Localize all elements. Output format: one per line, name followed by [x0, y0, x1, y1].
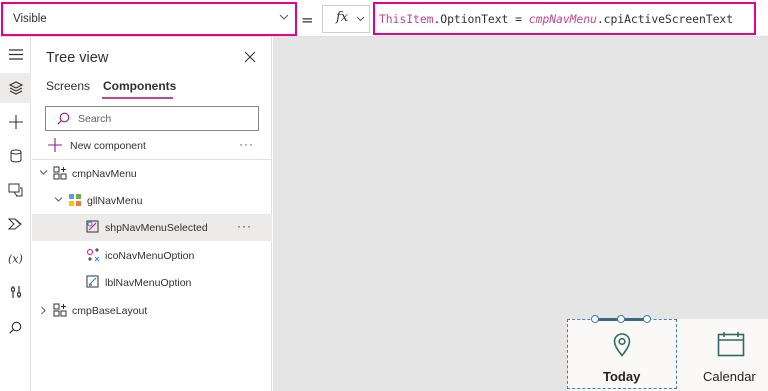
- tree-node-iconavmenuoption[interactable]: icoNavMenuOption: [32, 242, 272, 269]
- svg-text:(x): (x): [8, 252, 23, 265]
- formula-input[interactable]: ThisItem.OptionText = cmpNavMenu.cpiActi…: [373, 2, 756, 35]
- property-dropdown[interactable]: Visible: [1, 2, 297, 36]
- tab-components[interactable]: Components: [103, 79, 176, 93]
- hamburger-menu-icon: [8, 48, 23, 60]
- hamburger-menu-button[interactable]: [0, 39, 31, 69]
- search-icon: [9, 321, 22, 334]
- tree-node-label: shpNavMenuSelected: [105, 222, 208, 234]
- formula-bar: Visible = fx ThisItem.OptionText = cmpNa…: [0, 0, 768, 37]
- plus-icon: [48, 138, 62, 152]
- variables-icon: (x): [8, 252, 23, 265]
- search-input[interactable]: Search: [45, 106, 259, 131]
- resize-handle-right[interactable]: [643, 315, 651, 323]
- gallery-icon: [69, 194, 81, 206]
- new-component-label: New component: [70, 140, 146, 152]
- data-button[interactable]: [0, 141, 31, 171]
- new-component-button[interactable]: New component: [48, 137, 248, 155]
- shape-icon: [86, 220, 99, 233]
- resize-handle-left[interactable]: [591, 315, 599, 323]
- calendar-icon: [717, 332, 745, 357]
- plus-icon: [8, 115, 23, 129]
- more-options-icon[interactable]: ···: [237, 219, 252, 233]
- tree-node-cmpnavmenu[interactable]: cmpNavMenu: [32, 160, 272, 187]
- insert-button[interactable]: [0, 107, 31, 137]
- panel-title: Tree view: [46, 50, 109, 66]
- tree-view-button[interactable]: [0, 73, 31, 103]
- equals-sign: =: [301, 11, 314, 29]
- tree-node-label: lblNavMenuOption: [105, 277, 192, 289]
- media-button[interactable]: [0, 175, 31, 205]
- tab-screens[interactable]: Screens: [46, 79, 90, 93]
- nav-item-label: Calendar: [703, 369, 756, 384]
- chevron-down-icon[interactable]: [54, 196, 63, 203]
- fx-icon: fx: [336, 10, 349, 25]
- media-icon: [8, 183, 23, 197]
- search-icon: [57, 112, 70, 125]
- tree-node-shpnavmenuselected[interactable]: shpNavMenuSelected ···: [32, 214, 272, 241]
- fx-button[interactable]: fx: [322, 5, 370, 33]
- tree-node-label: gllNavMenu: [87, 195, 143, 207]
- icon-control-icon: [87, 248, 100, 262]
- tree-view-panel: Tree view Screens Components Search New …: [32, 37, 272, 391]
- layers-icon: [8, 81, 23, 95]
- formula-component-ref: cmpNavMenu: [528, 12, 597, 26]
- formula-this-item: ThisItem: [379, 12, 434, 26]
- selection-outline: [567, 319, 677, 389]
- component-icon: [53, 303, 67, 317]
- property-dropdown-value: Visible: [13, 13, 47, 25]
- more-options-icon[interactable]: ···: [239, 137, 254, 151]
- tree-node-cmpbaselayout[interactable]: cmpBaseLayout: [32, 297, 272, 324]
- search-button[interactable]: [0, 312, 31, 342]
- variables-button[interactable]: (x): [0, 243, 31, 273]
- resize-handle-center[interactable]: [617, 315, 625, 323]
- advanced-tools-button[interactable]: [0, 277, 31, 307]
- chevron-down-icon: [279, 14, 289, 20]
- left-rail: (x): [0, 37, 31, 391]
- chevron-right-icon[interactable]: [40, 306, 47, 315]
- chevron-down-icon: [356, 16, 365, 22]
- formula-option-text: .OptionText =: [433, 12, 529, 26]
- tree-node-label: cmpBaseLayout: [72, 305, 148, 317]
- power-automate-icon: [8, 218, 22, 230]
- formula-text: ThisItem.OptionText = cmpNavMenu.cpiActi…: [379, 12, 733, 26]
- power-automate-button[interactable]: [0, 209, 31, 239]
- close-icon[interactable]: [243, 50, 257, 64]
- label-control-icon: [86, 275, 99, 288]
- tree-node-lblnavmenuoption[interactable]: lblNavMenuOption: [32, 269, 272, 296]
- component-icon: [53, 166, 67, 180]
- formula-property-ref: .cpiActiveScreenText: [596, 12, 734, 26]
- database-icon: [10, 149, 21, 163]
- tree-node-gllnavmenu[interactable]: gllNavMenu: [32, 187, 272, 214]
- search-placeholder: Search: [78, 113, 112, 125]
- active-tab-indicator: [102, 97, 173, 99]
- tree-node-label: cmpNavMenu: [72, 168, 137, 180]
- chevron-down-icon[interactable]: [39, 169, 48, 176]
- tools-icon: [10, 286, 21, 298]
- tree-node-label: icoNavMenuOption: [105, 250, 195, 262]
